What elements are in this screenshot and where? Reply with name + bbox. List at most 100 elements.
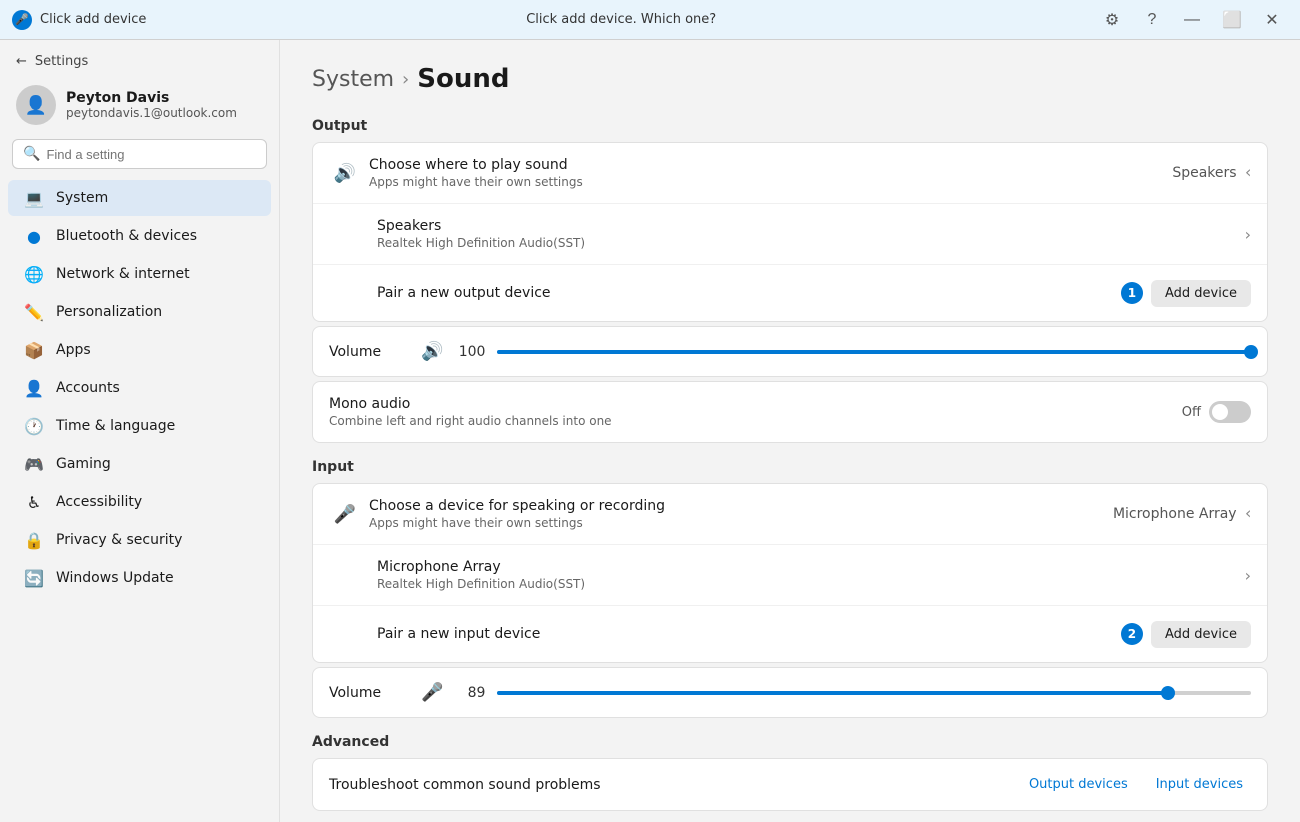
- microphone-array-row[interactable]: Microphone Array Realtek High Definition…: [313, 545, 1267, 606]
- choose-output-row[interactable]: 🔊 Choose where to play sound Apps might …: [313, 143, 1267, 204]
- sidebar-item-accessibility[interactable]: ♿ Accessibility: [8, 484, 271, 520]
- input-devices-button[interactable]: Input devices: [1148, 773, 1251, 796]
- mono-audio-subtitle: Combine left and right audio channels in…: [329, 414, 1182, 428]
- output-volume-row: Volume 🔊 100: [312, 326, 1268, 377]
- output-slider-track: [497, 350, 1251, 354]
- sidebar-item-label-apps: Apps: [56, 342, 91, 358]
- microphone-icon: 🎤: [329, 504, 361, 525]
- maximize-btn[interactable]: ⬜: [1216, 4, 1248, 36]
- volume-speaker-icon: 🔊: [421, 341, 443, 362]
- privacy-icon: 🔒: [24, 530, 44, 550]
- sidebar-item-privacy[interactable]: 🔒 Privacy & security: [8, 522, 271, 558]
- mic-array-subtitle: Realtek High Definition Audio(SST): [377, 577, 1245, 591]
- bluetooth-icon: ●: [24, 226, 44, 246]
- sidebar-item-accounts[interactable]: 👤 Accounts: [8, 370, 271, 406]
- toggle-thumb: [1212, 404, 1228, 420]
- time-icon: 🕐: [24, 416, 44, 436]
- close-btn[interactable]: ✕: [1256, 4, 1288, 36]
- sidebar-item-network[interactable]: 🌐 Network & internet: [8, 256, 271, 292]
- speakers-subtitle: Realtek High Definition Audio(SST): [377, 236, 1245, 250]
- input-slider-fill: [497, 691, 1168, 695]
- search-input[interactable]: [46, 147, 256, 162]
- output-volume-value: 100: [455, 344, 485, 360]
- sidebar-item-gaming[interactable]: 🎮 Gaming: [8, 446, 271, 482]
- accessibility-icon: ♿: [24, 492, 44, 512]
- search-box[interactable]: 🔍: [12, 139, 267, 169]
- output-devices-button[interactable]: Output devices: [1021, 773, 1136, 796]
- pair-output-text: Pair a new output device: [377, 285, 1121, 301]
- sidebar-item-label-accounts: Accounts: [56, 380, 120, 396]
- breadcrumb-system[interactable]: System: [312, 67, 394, 92]
- sidebar-item-apps[interactable]: 📦 Apps: [8, 332, 271, 368]
- mono-audio-row: Mono audio Combine left and right audio …: [312, 381, 1268, 443]
- sidebar-item-label-personalization: Personalization: [56, 304, 162, 320]
- mic-volume-icon: 🎤: [421, 682, 443, 703]
- app-logo-icon: 🎤: [12, 10, 32, 30]
- mono-audio-toggle[interactable]: [1209, 401, 1251, 423]
- add-output-device-button[interactable]: Add device: [1151, 280, 1251, 307]
- choose-output-subtitle: Apps might have their own settings: [369, 175, 1172, 189]
- input-volume-label: Volume: [329, 685, 409, 701]
- choose-output-right: Speakers ›: [1172, 164, 1251, 183]
- accounts-icon: 👤: [24, 378, 44, 398]
- settings-icon-btn[interactable]: ⚙: [1096, 4, 1128, 36]
- troubleshoot-label: Troubleshoot common sound problems: [329, 777, 1021, 793]
- speaker-icon: 🔊: [329, 163, 361, 184]
- advanced-right: Output devices Input devices: [1021, 773, 1251, 796]
- sidebar: ← Settings 👤 Peyton Davis peytondavis.1@…: [0, 40, 280, 822]
- mono-right: Off: [1182, 401, 1251, 423]
- chevron-right-icon-mic: ›: [1245, 566, 1251, 585]
- pair-input-row: Pair a new input device 2 Add device: [313, 606, 1267, 662]
- help-btn[interactable]: ?: [1136, 4, 1168, 36]
- sidebar-item-system[interactable]: 💻 System: [8, 180, 271, 216]
- sidebar-item-personalization[interactable]: ✏️ Personalization: [8, 294, 271, 330]
- network-icon: 🌐: [24, 264, 44, 284]
- chevron-right-icon-speakers: ›: [1245, 225, 1251, 244]
- pair-input-text: Pair a new input device: [377, 626, 1121, 642]
- input-section-title: Input: [312, 459, 1268, 475]
- choose-output-card: 🔊 Choose where to play sound Apps might …: [312, 142, 1268, 322]
- speakers-row[interactable]: Speakers Realtek High Definition Audio(S…: [313, 204, 1267, 265]
- titlebar-app-title: Click add device: [40, 12, 146, 27]
- user-email: peytondavis.1@outlook.com: [66, 106, 237, 120]
- sidebar-item-update[interactable]: 🔄 Windows Update: [8, 560, 271, 596]
- apps-icon: 📦: [24, 340, 44, 360]
- speakers-right: ›: [1245, 225, 1251, 244]
- input-slider-track: [497, 691, 1251, 695]
- breadcrumb-separator: ›: [402, 69, 409, 90]
- badge-1: 1: [1121, 282, 1143, 304]
- speakers-text: Speakers Realtek High Definition Audio(S…: [377, 218, 1245, 250]
- user-section[interactable]: 👤 Peyton Davis peytondavis.1@outlook.com: [0, 75, 279, 139]
- choose-input-title: Choose a device for speaking or recordin…: [369, 498, 1113, 514]
- advanced-section-title: Advanced: [312, 734, 1268, 750]
- choose-input-text: Choose a device for speaking or recordin…: [369, 498, 1113, 530]
- output-device-label: Speakers: [1172, 165, 1236, 181]
- sidebar-item-label-update: Windows Update: [56, 570, 174, 586]
- main-content: System › Sound Output 🔊 Choose where to …: [280, 40, 1300, 822]
- output-volume-slider[interactable]: [497, 342, 1251, 362]
- add-input-device-button[interactable]: Add device: [1151, 621, 1251, 648]
- chevron-up-icon: ›: [1245, 164, 1251, 183]
- sidebar-item-label-accessibility: Accessibility: [56, 494, 142, 510]
- output-slider-thumb: [1244, 345, 1258, 359]
- choose-input-row[interactable]: 🎤 Choose a device for speaking or record…: [313, 484, 1267, 545]
- sidebar-item-bluetooth[interactable]: ● Bluetooth & devices: [8, 218, 271, 254]
- sidebar-item-label-network: Network & internet: [56, 266, 190, 282]
- pair-output-right: 1 Add device: [1121, 280, 1251, 307]
- advanced-row: Troubleshoot common sound problems Outpu…: [312, 758, 1268, 811]
- output-section-title: Output: [312, 118, 1268, 134]
- back-button[interactable]: ← Settings: [0, 48, 279, 75]
- titlebar-center-message: Click add device. Which one?: [146, 12, 1096, 27]
- sidebar-item-label-system: System: [56, 190, 108, 206]
- speakers-title: Speakers: [377, 218, 1245, 234]
- input-volume-slider[interactable]: [497, 683, 1251, 703]
- minimize-btn[interactable]: —: [1176, 4, 1208, 36]
- mic-array-title: Microphone Array: [377, 559, 1245, 575]
- mono-text: Mono audio Combine left and right audio …: [329, 396, 1182, 428]
- input-volume-row: Volume 🎤 89: [312, 667, 1268, 718]
- avatar: 👤: [16, 85, 56, 125]
- personalization-icon: ✏️: [24, 302, 44, 322]
- sidebar-item-time[interactable]: 🕐 Time & language: [8, 408, 271, 444]
- output-volume-label: Volume: [329, 344, 409, 360]
- back-icon: ←: [16, 54, 27, 69]
